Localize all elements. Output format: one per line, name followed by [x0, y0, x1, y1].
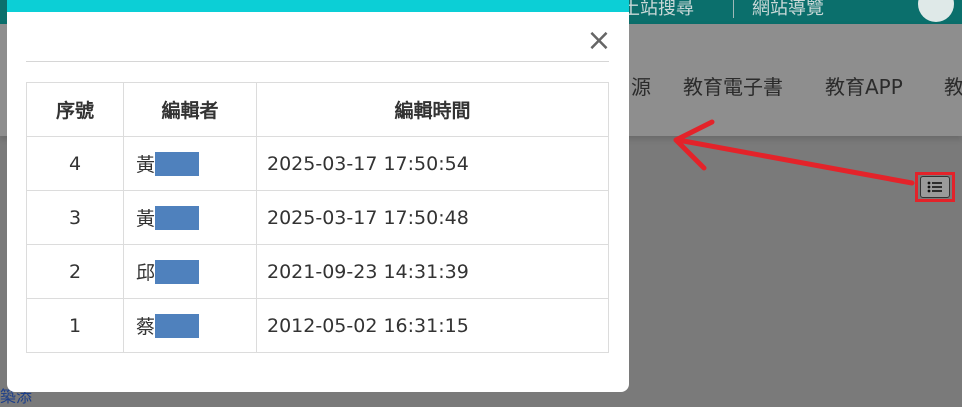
column-header-time: 編輯時間	[256, 82, 609, 137]
row-time: 2025-03-17 17:50:48	[256, 190, 609, 245]
edit-history-modal: × 序號 編輯者 編輯時間 4 黃 2025-03-17 17:50:54 3 …	[7, 0, 629, 392]
row-editor: 蔡	[123, 298, 257, 353]
row-seq: 3	[26, 190, 124, 245]
table-row: 2 邱 2021-09-23 14:31:39	[26, 244, 609, 299]
editor-name: 邱	[136, 262, 156, 284]
row-time: 2025-03-17 17:50:54	[256, 136, 609, 191]
table-row: 3 黃 2025-03-17 17:50:48	[26, 190, 609, 245]
editor-name: 黃	[136, 208, 156, 230]
close-icon[interactable]: ×	[585, 26, 613, 56]
editor-name: 黃	[136, 154, 156, 176]
row-time: 2012-05-02 16:31:15	[256, 298, 609, 353]
row-seq: 2	[26, 244, 124, 299]
redaction-box	[155, 206, 200, 230]
modal-accent-bar	[7, 0, 629, 12]
row-seq: 1	[26, 298, 124, 353]
column-header-seq: 序號	[26, 82, 124, 137]
modal-divider	[26, 61, 609, 62]
table-header-row: 序號 編輯者 編輯時間	[26, 82, 609, 137]
redaction-box	[155, 260, 200, 284]
table-row: 1 蔡 2012-05-02 16:31:15	[26, 298, 609, 353]
redaction-box	[155, 152, 200, 176]
editor-name: 蔡	[136, 316, 156, 338]
row-editor: 邱	[123, 244, 257, 299]
table-row: 4 黃 2025-03-17 17:50:54	[26, 136, 609, 191]
redaction-box	[155, 314, 200, 338]
row-editor: 黃	[123, 136, 257, 191]
row-seq: 4	[26, 136, 124, 191]
row-time: 2021-09-23 14:31:39	[256, 244, 609, 299]
row-editor: 黃	[123, 190, 257, 245]
edit-history-table: 序號 編輯者 編輯時間 4 黃 2025-03-17 17:50:54 3 黃 …	[26, 82, 609, 353]
column-header-editor: 編輯者	[123, 82, 257, 137]
